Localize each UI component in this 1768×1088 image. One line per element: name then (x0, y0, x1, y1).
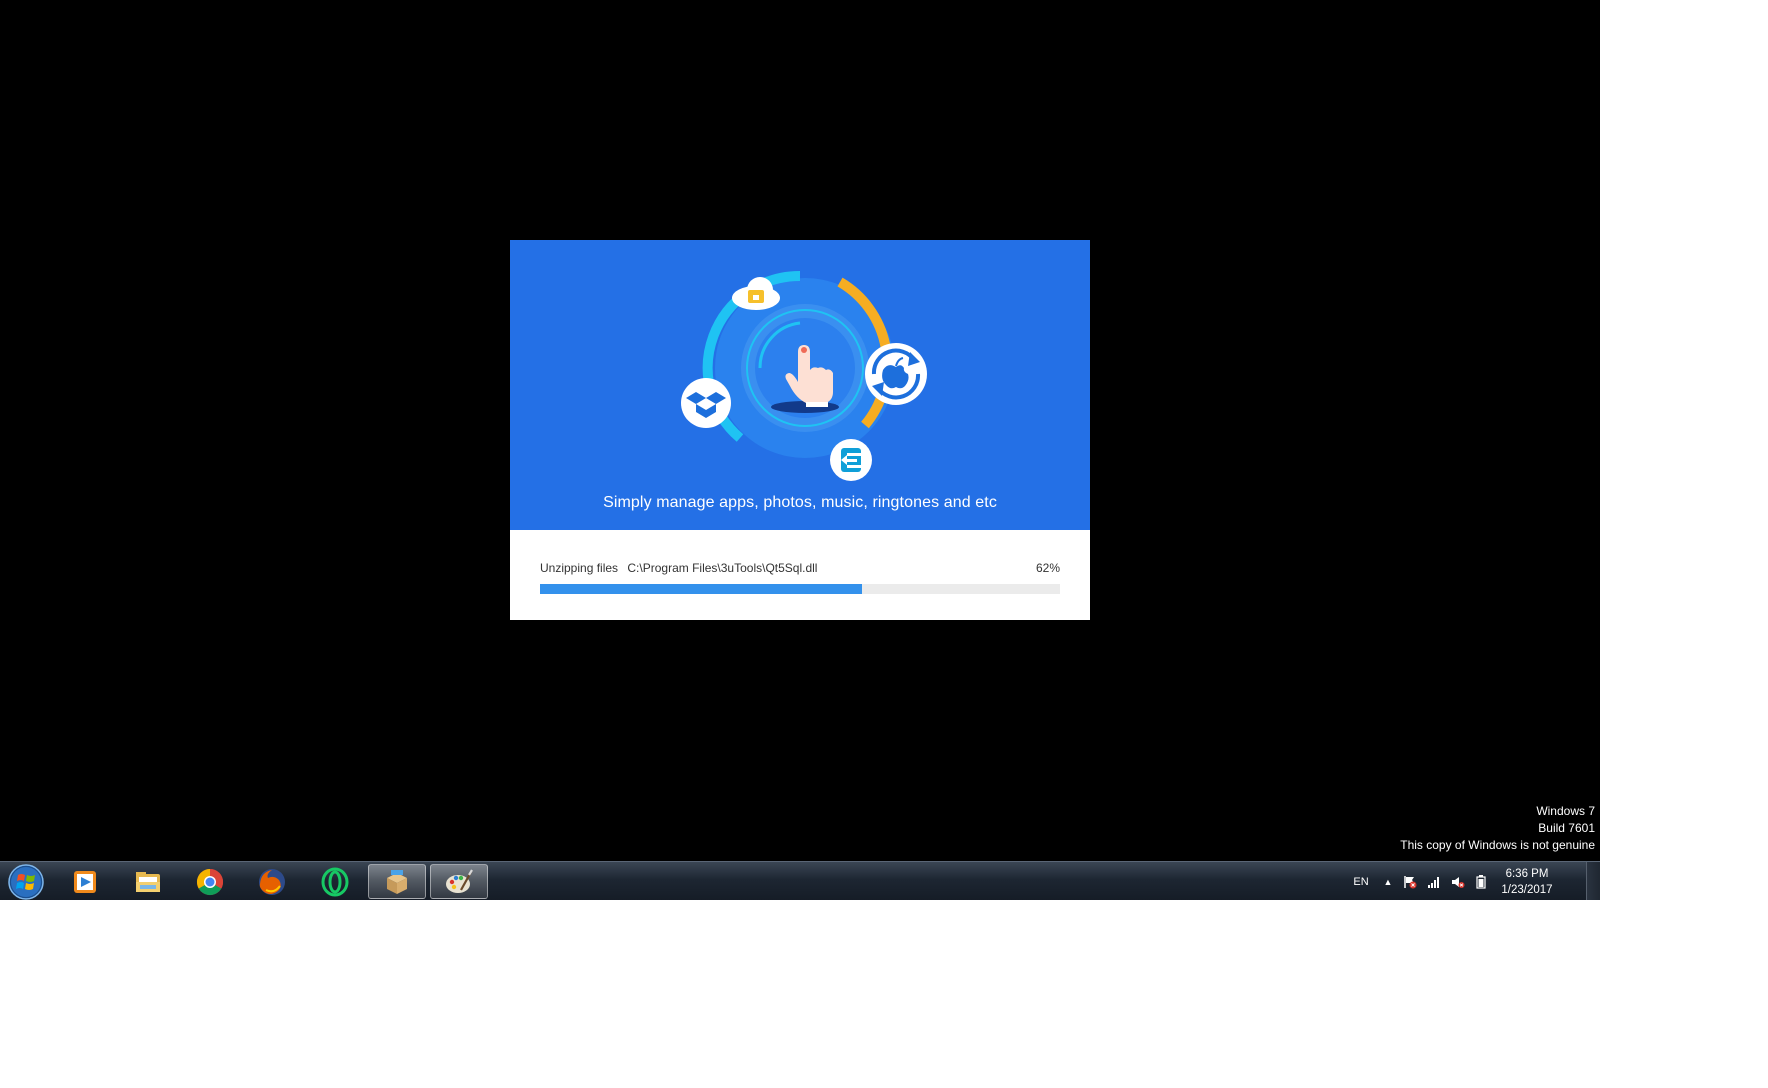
network-signal-icon[interactable] (1426, 862, 1442, 900)
dropbox-icon (681, 378, 731, 428)
taskbar-firefox[interactable] (243, 864, 301, 899)
action-center-flag-icon[interactable] (1402, 862, 1418, 900)
windows-watermark: Windows 7 Build 7601 This copy of Window… (1400, 803, 1595, 854)
watermark-build: Build 7601 (1538, 821, 1595, 835)
clock-date: 1/23/2017 (1501, 884, 1553, 896)
status-file-path: C:\Program Files\3uTools\Qt5Sql.dll (627, 561, 818, 575)
progress-area: Unzipping files C:\Program Files\3uTools… (510, 530, 1090, 620)
taskbar-chrome[interactable] (181, 864, 239, 899)
taskbar-paint[interactable] (430, 864, 488, 899)
taskbar-installer[interactable] (368, 864, 426, 899)
start-orb-icon[interactable] (6, 863, 46, 900)
paint-icon (446, 868, 473, 893)
watermark-genuine-notice: This copy of Windows is not genuine (1400, 838, 1595, 852)
installer-tagline: Simply manage apps, photos, music, ringt… (603, 494, 997, 511)
progress-bar-fill (540, 584, 863, 594)
desktop: Simply manage apps, photos, music, ringt… (0, 0, 1600, 900)
show-hidden-icons[interactable]: ▲ (1382, 862, 1394, 900)
show-desktop-button[interactable] (1586, 862, 1600, 900)
taskbar: EN ▲ 6:36 PM 1/23/2017 (0, 861, 1600, 900)
file-explorer-icon (136, 871, 160, 892)
system-tray: EN ▲ 6:36 PM 1/23/2017 (1340, 862, 1600, 900)
taskbar-media-player[interactable] (56, 864, 114, 899)
progress-percent: 62% (1035, 561, 1060, 575)
media-player-icon (74, 870, 96, 893)
taskbar-opera[interactable] (306, 864, 364, 899)
banner-illustration (681, 270, 927, 481)
easy-transfer-icon (830, 439, 872, 481)
installer-package-icon (387, 869, 407, 894)
volume-muted-icon[interactable] (1450, 862, 1466, 900)
status-line: Unzipping files C:\Program Files\3uTools… (540, 561, 1060, 577)
firefox-icon (259, 868, 285, 895)
apple-sync-icon (865, 343, 927, 405)
clock-time: 6:36 PM (1505, 868, 1549, 880)
installer-banner: Simply manage apps, photos, music, ringt… (510, 240, 1090, 530)
battery-icon[interactable] (1474, 862, 1488, 900)
clock[interactable]: 6:36 PM 1/23/2017 (1488, 866, 1566, 898)
status-label: Unzipping files (540, 561, 619, 575)
installer-window: Simply manage apps, photos, music, ringt… (510, 240, 1090, 620)
taskbar-file-explorer[interactable] (119, 864, 177, 899)
language-indicator[interactable]: EN (1350, 862, 1372, 900)
watermark-os: Windows 7 (1536, 804, 1595, 818)
chrome-icon (196, 868, 224, 895)
progress-bar (540, 584, 1060, 594)
opera-icon (321, 867, 349, 896)
